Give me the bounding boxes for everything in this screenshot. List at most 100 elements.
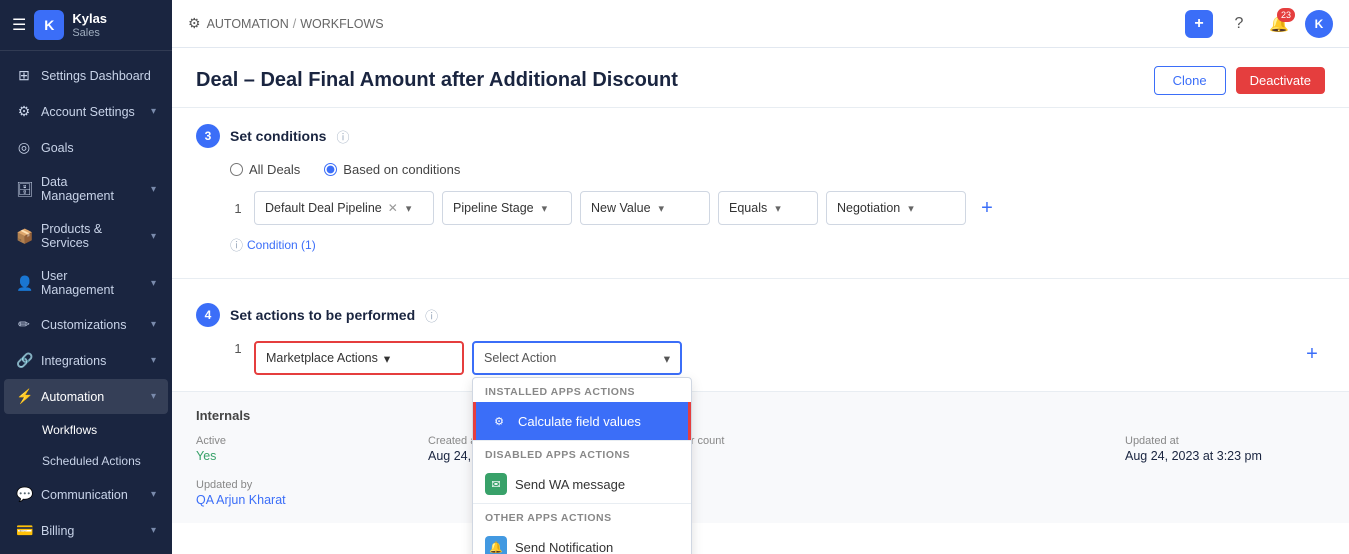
sidebar-item-data-management[interactable]: 🗄 Data Management ▾ (4, 166, 168, 212)
sidebar-item-label: Billing (41, 524, 74, 538)
updated-value: Aug 24, 2023 at 3:23 pm (1125, 449, 1325, 463)
customizations-icon: ✏ (16, 316, 32, 333)
chevron-down-icon: ▾ (151, 525, 156, 536)
billing-icon: 💳 (16, 522, 32, 539)
page-header: Deal – Deal Final Amount after Additiona… (172, 48, 1349, 108)
action-type-value: Marketplace Actions (266, 351, 378, 365)
sidebar-item-customizations[interactable]: ✏ Customizations ▾ (4, 307, 168, 342)
breadcrumb-workflows: WORKFLOWS (300, 17, 383, 31)
data-management-icon: 🗄 (16, 181, 32, 198)
dropdown-item-send-wa[interactable]: ✉ Send WA message (473, 465, 691, 503)
app-logo: K (34, 10, 64, 40)
clear-icon[interactable]: ✕ (388, 201, 398, 215)
chevron-down-icon: ▾ (664, 351, 670, 366)
radio-all-deals-label: All Deals (249, 162, 300, 177)
new-value-value: New Value (591, 201, 651, 215)
add-button[interactable]: + (1185, 10, 1213, 38)
dropdown-item-calculate[interactable]: ⚙ Calculate field values (473, 402, 691, 440)
notifications-button[interactable]: 🔔 23 (1265, 10, 1293, 38)
radio-based-on-conditions[interactable]: Based on conditions (324, 162, 460, 177)
user-management-icon: 👤 (16, 275, 32, 292)
radio-all-deals-input[interactable] (230, 163, 243, 176)
sidebar-item-account-settings[interactable]: ⚙ Account Settings ▾ (4, 94, 168, 129)
set-actions-title: Set actions to be performed (230, 307, 415, 323)
gear-icon: ⚙ (188, 15, 201, 32)
dropdown-item-label: Send WA message (515, 477, 625, 492)
internals-section: Internals Active Yes Created at Aug 24, … (172, 391, 1349, 523)
conditions-radio-group: All Deals Based on conditions (230, 162, 1325, 177)
sidebar-item-billing[interactable]: 💳 Billing ▾ (4, 513, 168, 548)
pipeline-select[interactable]: Default Deal Pipeline ✕ ▾ (254, 191, 434, 225)
clone-button[interactable]: Clone (1154, 66, 1226, 95)
updated-by-field: Updated by QA Arjun Kharat (196, 479, 396, 507)
installed-apps-label: INSTALLED APPS ACTIONS (473, 378, 691, 402)
goals-icon: ◎ (16, 139, 32, 156)
deactivate-button[interactable]: Deactivate (1236, 67, 1325, 94)
sidebar-item-user-management[interactable]: 👤 User Management ▾ (4, 260, 168, 306)
radio-based-input[interactable] (324, 163, 337, 176)
select-action-dropdown[interactable]: Select Action ▾ (472, 341, 682, 375)
action-row-1: 1 Marketplace Actions ▾ Select Action ▾ … (230, 341, 1325, 375)
sidebar-item-integrations[interactable]: 🔗 Integrations ▾ (4, 343, 168, 378)
set-actions-section: 4 Set actions to be performed ⓘ 1 Market… (172, 287, 1349, 391)
active-field: Active Yes (196, 435, 396, 463)
sidebar-item-automation[interactable]: ⚡ Automation ▾ (4, 379, 168, 414)
condition-link[interactable]: Condition (1) (247, 238, 316, 252)
condition-info: ⓘ Condition (1) (230, 235, 1325, 254)
internals-grid: Active Yes Created at Aug 24, 2023 at 3:… (196, 435, 1325, 507)
trigger-label: Trigger count (660, 435, 1093, 447)
avatar[interactable]: K (1305, 10, 1333, 38)
sidebar-nav: ⊞ Settings Dashboard ⚙ Account Settings … (0, 51, 172, 554)
equals-value: Equals (729, 201, 767, 215)
equals-select[interactable]: Equals ▾ (718, 191, 818, 225)
chevron-down-icon: ▾ (151, 489, 156, 500)
sidebar-sub-label: Scheduled Actions (42, 454, 141, 468)
sidebar-item-goals[interactable]: ◎ Goals (4, 130, 168, 165)
add-condition-button[interactable]: + (974, 195, 1000, 221)
set-conditions-header: 3 Set conditions ⓘ (196, 124, 1325, 148)
sidebar-item-label: Settings Dashboard (41, 69, 151, 83)
sidebar-item-communication[interactable]: 💬 Communication ▾ (4, 477, 168, 512)
chevron-down-icon: ▾ (151, 319, 156, 330)
set-conditions-section: 3 Set conditions ⓘ All Deals Based on co… (172, 108, 1349, 270)
negotiation-value: Negotiation (837, 201, 900, 215)
sidebar-item-products-services[interactable]: 📦 Products & Services ▾ (4, 213, 168, 259)
new-value-select[interactable]: New Value ▾ (580, 191, 710, 225)
marketplace-actions-select[interactable]: Marketplace Actions ▾ (254, 341, 464, 375)
dropdown-item-send-notification[interactable]: 🔔 Send Notification (473, 528, 691, 554)
topbar-right: + ? 🔔 23 K (1185, 10, 1333, 38)
updated-by-value[interactable]: QA Arjun Kharat (196, 493, 396, 507)
sidebar-item-settings-dashboard[interactable]: ⊞ Settings Dashboard (4, 58, 168, 93)
breadcrumb-automation: AUTOMATION (207, 17, 289, 31)
stage-select[interactable]: Pipeline Stage ▾ (442, 191, 572, 225)
row-number: 1 (230, 201, 246, 216)
updated-by-label: Updated by (196, 479, 396, 491)
radio-all-deals[interactable]: All Deals (230, 162, 300, 177)
sidebar-item-label: Data Management (41, 175, 142, 203)
sidebar-item-label: Products & Services (41, 222, 142, 250)
chevron-down-icon: ▾ (542, 202, 548, 215)
header-actions: Clone Deactivate (1154, 66, 1325, 95)
help-button[interactable]: ? (1225, 10, 1253, 38)
content-area: Deal – Deal Final Amount after Additiona… (172, 48, 1349, 554)
breadcrumb-separator: / (293, 17, 296, 31)
updated-field: Updated at Aug 24, 2023 at 3:23 pm (1125, 435, 1325, 463)
sidebar-item-label: Customizations (41, 318, 126, 332)
divider (172, 278, 1349, 279)
chevron-down-icon: ▾ (908, 202, 914, 215)
add-action-button[interactable]: + (1299, 341, 1325, 367)
action-dropdown-menu: INSTALLED APPS ACTIONS ⚙ Calculate field… (472, 377, 692, 554)
stage-value: Pipeline Stage (453, 201, 534, 215)
app-brand: Kylas Sales (72, 11, 107, 39)
sidebar-item-workflows[interactable]: Workflows (4, 415, 168, 445)
chevron-down-icon: ▾ (151, 231, 156, 242)
hamburger-icon[interactable]: ☰ (12, 15, 26, 35)
select-action-placeholder: Select Action (484, 351, 556, 365)
sidebar-item-scheduled-actions[interactable]: Scheduled Actions (4, 446, 168, 476)
sidebar-item-label: Account Settings (41, 105, 135, 119)
negotiation-select[interactable]: Negotiation ▾ (826, 191, 966, 225)
chevron-down-icon: ▾ (151, 278, 156, 289)
main-area: ⚙ AUTOMATION / WORKFLOWS + ? 🔔 23 K Deal… (172, 0, 1349, 554)
action-dropdown-container: Select Action ▾ INSTALLED APPS ACTIONS ⚙… (472, 341, 682, 375)
step-3-badge: 3 (196, 124, 220, 148)
